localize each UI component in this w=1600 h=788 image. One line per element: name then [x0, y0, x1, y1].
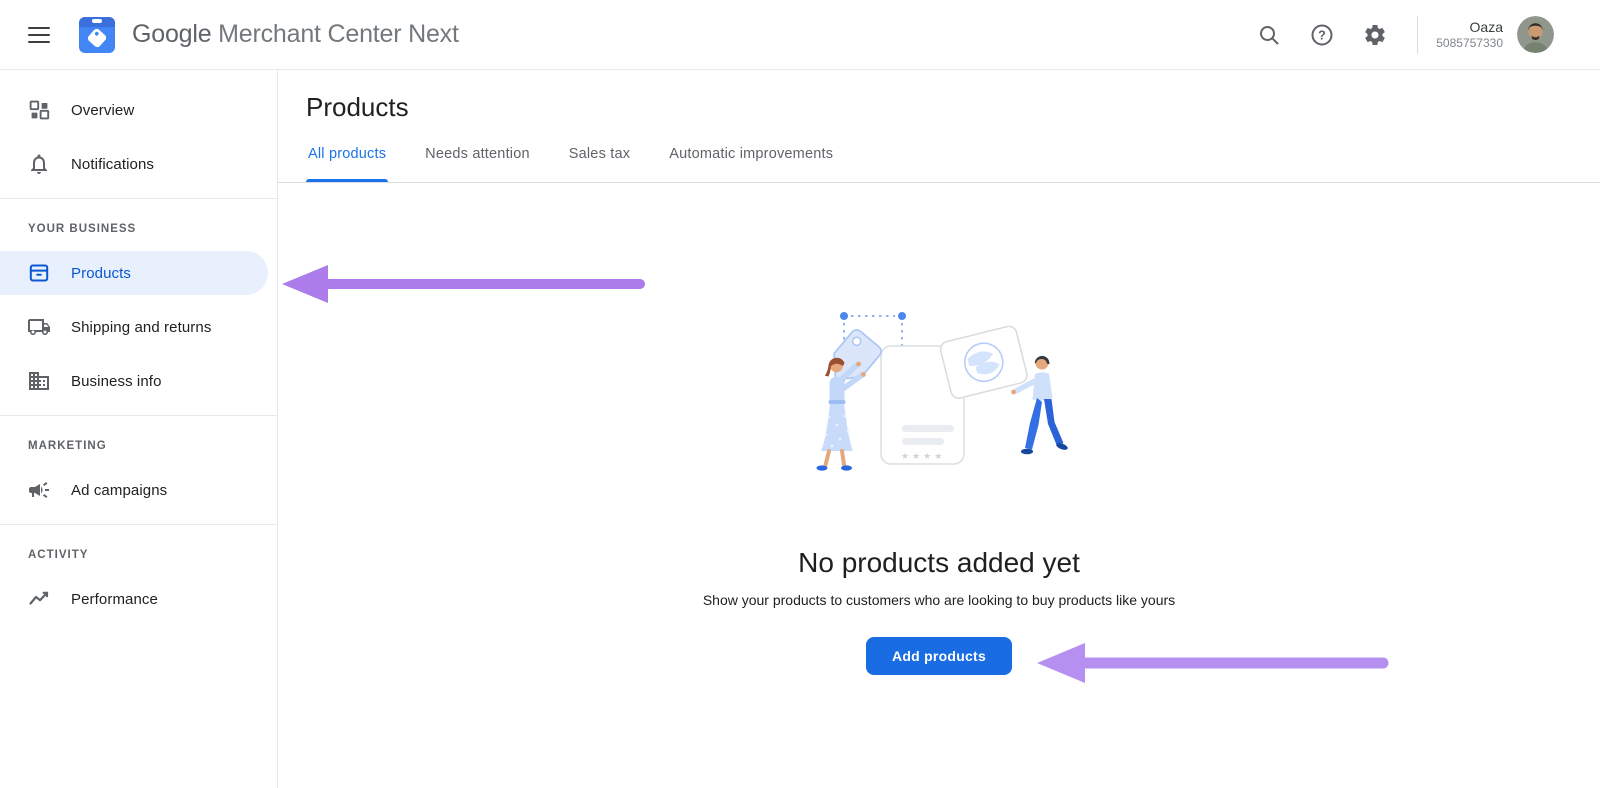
- sidebar-section-activity: ACTIVITY: [0, 535, 277, 569]
- empty-state-illustration: ★★★★: [799, 299, 1079, 484]
- help-icon[interactable]: ?: [1302, 15, 1342, 55]
- sidebar-item-shipping[interactable]: Shipping and returns: [0, 303, 277, 351]
- merchant-center-logo: [78, 16, 116, 54]
- account-name: Oaza: [1436, 18, 1503, 36]
- products-box-icon: [27, 261, 51, 285]
- empty-state: ★★★★: [278, 299, 1600, 675]
- sidebar-divider: [0, 524, 277, 525]
- tab-needs-attention[interactable]: Needs attention: [423, 142, 532, 182]
- account-info[interactable]: Oaza 5085757330: [1436, 18, 1503, 51]
- sidebar-item-label: Notifications: [71, 156, 154, 173]
- app-title: Google Merchant Center Next: [132, 20, 459, 49]
- sidebar-item-label: Overview: [71, 102, 134, 119]
- sidebar-item-label: Business info: [71, 373, 162, 390]
- empty-state-subtitle: Show your products to customers who are …: [278, 592, 1600, 609]
- sidebar-divider: [0, 415, 277, 416]
- sidebar: Overview Notifications YOUR BUSINESS Pro…: [0, 70, 278, 788]
- avatar[interactable]: [1517, 16, 1554, 53]
- sidebar-item-notifications[interactable]: Notifications: [0, 140, 277, 188]
- overview-grid-icon: [27, 98, 51, 122]
- sidebar-item-ad-campaigns[interactable]: Ad campaigns: [0, 466, 277, 514]
- bell-icon: [27, 152, 51, 176]
- tab-all-products[interactable]: All products: [306, 142, 388, 182]
- svg-text:?: ?: [1318, 28, 1326, 42]
- truck-icon: [27, 315, 51, 339]
- empty-state-title: No products added yet: [278, 546, 1600, 579]
- main-content: Products All products Needs attention Sa…: [278, 70, 1600, 788]
- sidebar-item-performance[interactable]: Performance: [0, 575, 277, 623]
- sidebar-item-label: Performance: [71, 591, 158, 608]
- menu-icon[interactable]: [28, 22, 54, 48]
- settings-icon[interactable]: [1355, 15, 1395, 55]
- sidebar-section-marketing: MARKETING: [0, 426, 277, 460]
- sidebar-item-products[interactable]: Products: [0, 251, 268, 295]
- sidebar-item-label: Ad campaigns: [71, 482, 167, 499]
- account-id: 5085757330: [1436, 36, 1503, 51]
- app-title-brand: Google: [132, 20, 211, 48]
- sidebar-item-overview[interactable]: Overview: [0, 86, 277, 134]
- search-icon[interactable]: [1249, 15, 1289, 55]
- header-divider: [1417, 16, 1418, 54]
- trending-up-icon: [27, 587, 51, 611]
- sidebar-item-business-info[interactable]: Business info: [0, 357, 277, 405]
- app-title-product: Merchant Center Next: [218, 20, 459, 48]
- megaphone-icon: [27, 478, 51, 502]
- svg-text:★★★★: ★★★★: [901, 452, 945, 462]
- sidebar-section-your-business: YOUR BUSINESS: [0, 209, 277, 243]
- sidebar-item-label: Shipping and returns: [71, 319, 211, 336]
- page-title: Products: [306, 92, 1600, 122]
- app-header: Google Merchant Center Next ? Oaza 50857…: [0, 0, 1600, 70]
- add-products-button[interactable]: Add products: [866, 637, 1012, 675]
- sidebar-item-label: Products: [71, 265, 131, 282]
- tab-bar: All products Needs attention Sales tax A…: [278, 142, 1600, 183]
- sidebar-divider: [0, 198, 277, 199]
- tab-automatic-improvements[interactable]: Automatic improvements: [667, 142, 835, 182]
- tab-sales-tax[interactable]: Sales tax: [567, 142, 632, 182]
- building-icon: [27, 369, 51, 393]
